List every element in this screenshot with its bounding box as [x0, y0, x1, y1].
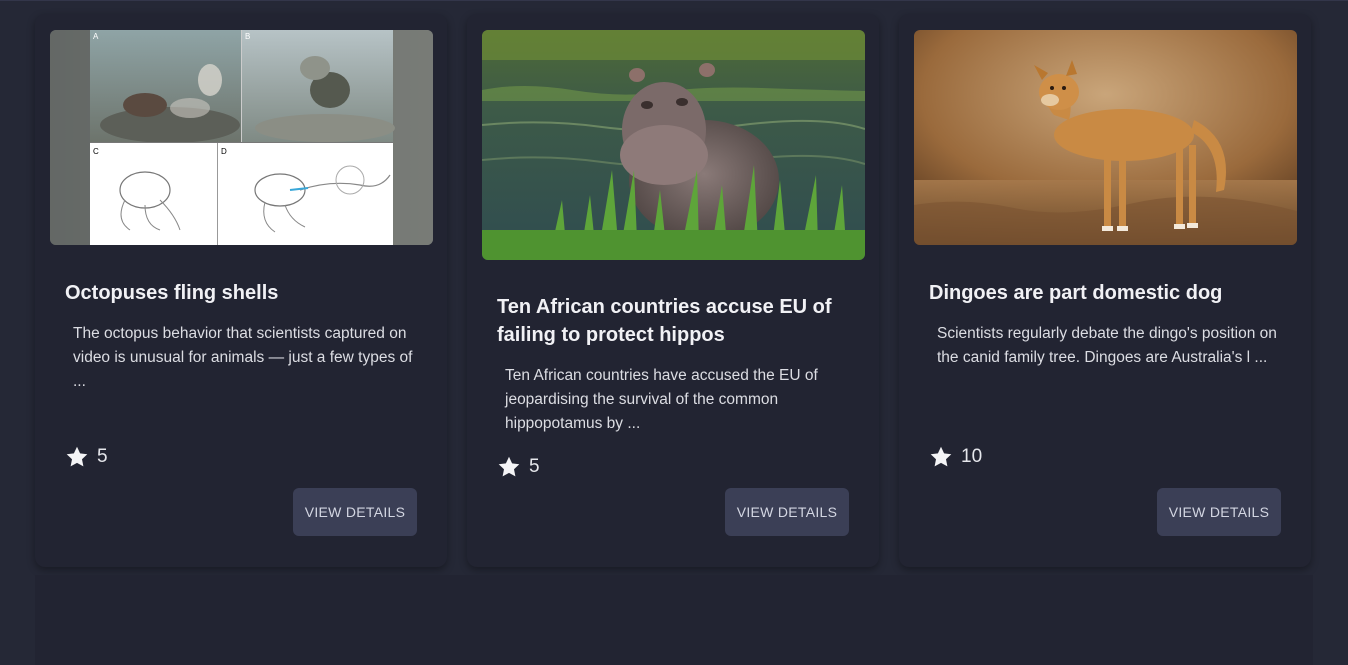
top-divider: [0, 0, 1348, 1]
rating-count: 5: [97, 446, 108, 467]
rating: 5: [65, 445, 108, 469]
card-image-hippo[interactable]: [482, 30, 865, 260]
panel-label-a: A: [93, 32, 99, 41]
star-icon: [930, 446, 952, 467]
card-hippos: Ten African countries accuse EU of faili…: [467, 14, 879, 567]
view-details-button[interactable]: VIEW DETAILS: [1157, 488, 1281, 536]
card-octopus: A B C D Octopuses fling shells The octop…: [35, 14, 447, 567]
rating: 5: [497, 455, 540, 479]
card-title: Dingoes are part domestic dog: [929, 282, 1223, 304]
card-description: The octopus behavior that scientists cap…: [73, 325, 413, 390]
card-description: Scientists regularly debate the dingo's …: [937, 325, 1277, 366]
card-image-octopus[interactable]: A B C D: [50, 30, 433, 245]
card-description: Ten African countries have accused the E…: [505, 367, 818, 432]
panel-label-d: D: [221, 147, 227, 156]
panel-label-b: B: [245, 32, 250, 41]
card-title: Ten African countries accuse EU of faili…: [497, 296, 832, 346]
panel-label-c: C: [93, 147, 99, 156]
rating: 10: [929, 445, 982, 469]
lower-panel: [35, 575, 1313, 665]
star-icon: [66, 446, 88, 467]
view-details-button[interactable]: VIEW DETAILS: [725, 488, 849, 536]
star-icon: [498, 456, 520, 477]
card-title: Octopuses fling shells: [65, 282, 279, 304]
card-dingoes: Dingoes are part domestic dog Scientists…: [899, 14, 1311, 567]
rating-count: 10: [961, 446, 983, 467]
card-image-dingo[interactable]: [914, 30, 1297, 245]
rating-count: 5: [529, 456, 540, 477]
view-details-button[interactable]: VIEW DETAILS: [293, 488, 417, 536]
